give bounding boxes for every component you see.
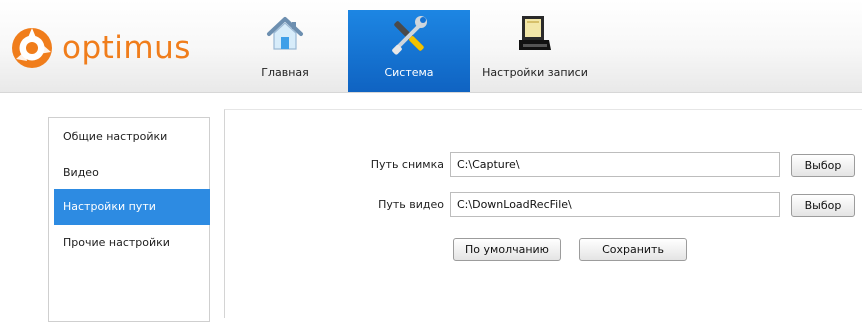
settings-sidebar: Общие настройки Видео Настройки пути Про…: [48, 117, 210, 322]
header-bar: optimus Главная Система Настройки записи: [0, 0, 862, 93]
video-path-field[interactable]: C:\DownLoadRecFile\: [450, 192, 780, 217]
recording-drive-icon: [518, 14, 552, 58]
tools-icon: [387, 14, 431, 62]
tab-record-settings-label: Настройки записи: [482, 66, 588, 79]
sidebar-item-path-settings[interactable]: Настройки пути: [54, 189, 210, 225]
save-button[interactable]: Сохранить: [579, 238, 687, 261]
tab-record-settings[interactable]: Настройки записи: [474, 10, 596, 92]
path-settings-panel: Путь снимка C:\Capture\ Выбор Путь видео…: [224, 109, 862, 318]
sidebar-item-video[interactable]: Видео: [54, 155, 210, 191]
video-browse-button[interactable]: Выбор: [791, 194, 855, 217]
brand-name: optimus: [62, 30, 191, 66]
brand-logo: optimus: [10, 24, 191, 72]
snapshot-path-label: Путь снимка: [370, 158, 444, 171]
tab-system-label: Система: [384, 66, 434, 79]
sidebar-item-general[interactable]: Общие настройки: [54, 119, 210, 155]
tab-system[interactable]: Система: [348, 10, 470, 92]
sidebar-item-other[interactable]: Прочие настройки: [54, 225, 210, 261]
video-path-label: Путь видео: [378, 198, 444, 211]
tab-home[interactable]: Главная: [247, 10, 323, 92]
default-button[interactable]: По умолчанию: [453, 238, 561, 261]
logo-icon: [12, 28, 52, 68]
snapshot-browse-button[interactable]: Выбор: [791, 154, 855, 177]
home-icon: [265, 14, 305, 58]
snapshot-path-field[interactable]: C:\Capture\: [450, 152, 780, 177]
tab-home-label: Главная: [261, 66, 309, 79]
